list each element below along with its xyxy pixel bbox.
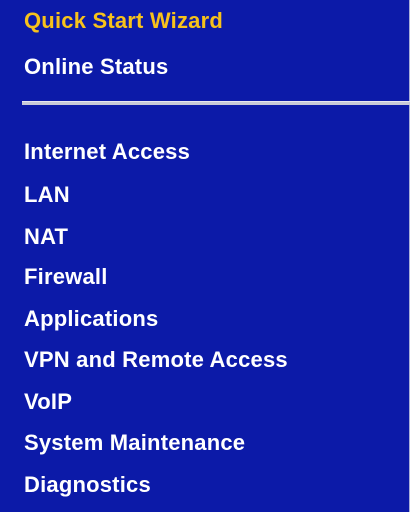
menu-item-nat[interactable]: NAT: [24, 224, 68, 250]
menu-item-online-status[interactable]: Online Status: [24, 54, 168, 80]
menu-item-voip[interactable]: VoIP: [24, 389, 72, 415]
menu-item-vpn-and-remote-access[interactable]: VPN and Remote Access: [24, 347, 288, 373]
menu-item-firewall[interactable]: Firewall: [24, 264, 108, 290]
menu-item-quick-start-wizard[interactable]: Quick Start Wizard: [24, 8, 223, 34]
navigation-sidebar: Quick Start Wizard Online Status Interne…: [0, 0, 410, 512]
menu-divider: [22, 101, 410, 105]
menu-item-applications[interactable]: Applications: [24, 306, 158, 332]
menu-item-internet-access[interactable]: Internet Access: [24, 139, 190, 165]
menu-item-system-maintenance[interactable]: System Maintenance: [24, 430, 245, 456]
menu-item-diagnostics[interactable]: Diagnostics: [24, 472, 151, 498]
menu-item-lan[interactable]: LAN: [24, 182, 70, 208]
